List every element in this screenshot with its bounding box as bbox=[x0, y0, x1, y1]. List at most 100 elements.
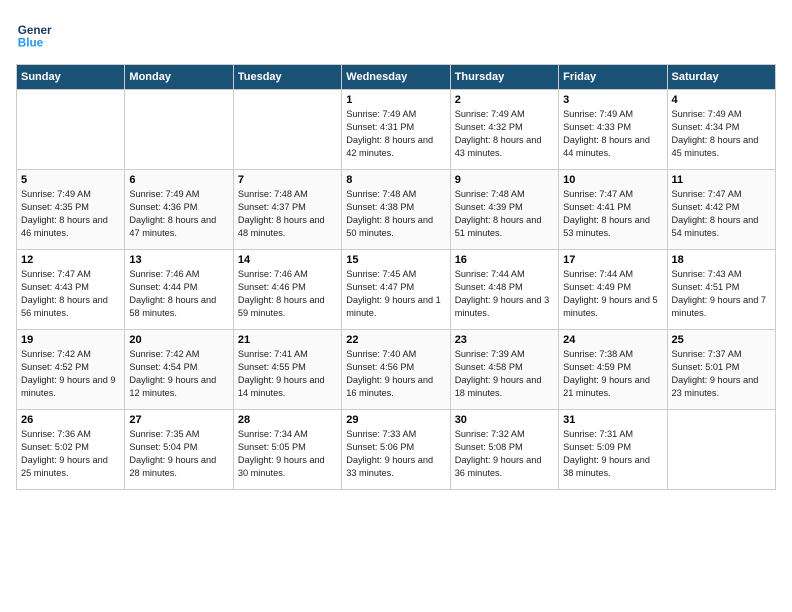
day-number: 30 bbox=[455, 414, 554, 426]
day-number: 18 bbox=[672, 254, 771, 266]
logo: General Blue bbox=[16, 16, 52, 52]
calendar-cell: 23 Sunrise: 7:39 AM Sunset: 4:58 PM Dayli… bbox=[450, 330, 558, 410]
logo-icon: General Blue bbox=[16, 16, 52, 52]
day-info: Sunrise: 7:42 AM Sunset: 4:54 PM Dayligh… bbox=[129, 348, 228, 400]
day-of-week-header: Monday bbox=[125, 65, 233, 90]
calendar-cell: 17 Sunrise: 7:44 AM Sunset: 4:49 PM Dayli… bbox=[559, 250, 667, 330]
day-info: Sunrise: 7:48 AM Sunset: 4:39 PM Dayligh… bbox=[455, 188, 554, 240]
calendar-cell: 6 Sunrise: 7:49 AM Sunset: 4:36 PM Daylig… bbox=[125, 170, 233, 250]
calendar-cell: 14 Sunrise: 7:46 AM Sunset: 4:46 PM Dayli… bbox=[233, 250, 341, 330]
day-info: Sunrise: 7:32 AM Sunset: 5:08 PM Dayligh… bbox=[455, 428, 554, 480]
day-number: 14 bbox=[238, 254, 337, 266]
calendar-cell: 3Sunrise: 7:49 AM Sunset: 4:33 PM Daylig… bbox=[559, 90, 667, 170]
svg-text:Blue: Blue bbox=[18, 37, 44, 50]
day-info: Sunrise: 7:33 AM Sunset: 5:06 PM Dayligh… bbox=[346, 428, 445, 480]
calendar-cell: 19Sunrise: 7:42 AM Sunset: 4:52 PM Dayli… bbox=[17, 330, 125, 410]
day-number: 2 bbox=[455, 94, 554, 106]
day-info: Sunrise: 7:41 AM Sunset: 4:55 PM Dayligh… bbox=[238, 348, 337, 400]
day-info: Sunrise: 7:35 AM Sunset: 5:04 PM Dayligh… bbox=[129, 428, 228, 480]
calendar-cell: 1Sunrise: 7:49 AM Sunset: 4:31 PM Daylig… bbox=[342, 90, 450, 170]
calendar-cell: 12 Sunrise: 7:47 AM Sunset: 4:43 PM Dayli… bbox=[17, 250, 125, 330]
calendar-cell: 8 Sunrise: 7:48 AM Sunset: 4:38 PM Daylig… bbox=[342, 170, 450, 250]
calendar-week-row: 19Sunrise: 7:42 AM Sunset: 4:52 PM Dayli… bbox=[17, 330, 776, 410]
day-number: 24 bbox=[563, 334, 662, 346]
day-number: 13 bbox=[129, 254, 228, 266]
calendar-body: 1Sunrise: 7:49 AM Sunset: 4:31 PM Daylig… bbox=[17, 90, 776, 490]
calendar-cell: 25 Sunrise: 7:37 AM Sunset: 5:01 PM Dayli… bbox=[667, 330, 775, 410]
day-info: Sunrise: 7:47 AM Sunset: 4:42 PM Dayligh… bbox=[672, 188, 771, 240]
calendar-cell: 31 Sunrise: 7:31 AM Sunset: 5:09 PM Dayli… bbox=[559, 410, 667, 490]
day-number: 6 bbox=[129, 174, 228, 186]
day-info: Sunrise: 7:49 AM Sunset: 4:32 PM Dayligh… bbox=[455, 108, 554, 160]
day-info: Sunrise: 7:47 AM Sunset: 4:41 PM Dayligh… bbox=[563, 188, 662, 240]
day-number: 21 bbox=[238, 334, 337, 346]
calendar-week-row: 5 Sunrise: 7:49 AM Sunset: 4:35 PM Daylig… bbox=[17, 170, 776, 250]
day-of-week-header: Saturday bbox=[667, 65, 775, 90]
day-info: Sunrise: 7:49 AM Sunset: 4:35 PM Dayligh… bbox=[21, 188, 120, 240]
calendar-cell: 4Sunrise: 7:49 AM Sunset: 4:34 PM Daylig… bbox=[667, 90, 775, 170]
day-number: 22 bbox=[346, 334, 445, 346]
calendar-cell: 30 Sunrise: 7:32 AM Sunset: 5:08 PM Dayli… bbox=[450, 410, 558, 490]
day-info: Sunrise: 7:37 AM Sunset: 5:01 PM Dayligh… bbox=[672, 348, 771, 400]
day-info: Sunrise: 7:48 AM Sunset: 4:38 PM Dayligh… bbox=[346, 188, 445, 240]
calendar-cell bbox=[667, 410, 775, 490]
day-info: Sunrise: 7:39 AM Sunset: 4:58 PM Dayligh… bbox=[455, 348, 554, 400]
day-info: Sunrise: 7:49 AM Sunset: 4:36 PM Dayligh… bbox=[129, 188, 228, 240]
day-info: Sunrise: 7:43 AM Sunset: 4:51 PM Dayligh… bbox=[672, 268, 771, 320]
day-info: Sunrise: 7:38 AM Sunset: 4:59 PM Dayligh… bbox=[563, 348, 662, 400]
calendar-cell: 22 Sunrise: 7:40 AM Sunset: 4:56 PM Dayli… bbox=[342, 330, 450, 410]
day-of-week-header: Wednesday bbox=[342, 65, 450, 90]
day-number: 31 bbox=[563, 414, 662, 426]
day-of-week-header: Friday bbox=[559, 65, 667, 90]
calendar-cell: 2 Sunrise: 7:49 AM Sunset: 4:32 PM Daylig… bbox=[450, 90, 558, 170]
day-number: 17 bbox=[563, 254, 662, 266]
day-number: 20 bbox=[129, 334, 228, 346]
calendar-cell: 28 Sunrise: 7:34 AM Sunset: 5:05 PM Dayli… bbox=[233, 410, 341, 490]
day-info: Sunrise: 7:44 AM Sunset: 4:48 PM Dayligh… bbox=[455, 268, 554, 320]
day-number: 23 bbox=[455, 334, 554, 346]
calendar-cell: 10Sunrise: 7:47 AM Sunset: 4:41 PM Dayli… bbox=[559, 170, 667, 250]
day-of-week-header: Thursday bbox=[450, 65, 558, 90]
day-number: 29 bbox=[346, 414, 445, 426]
day-info: Sunrise: 7:49 AM Sunset: 4:34 PM Dayligh… bbox=[672, 108, 771, 160]
day-number: 9 bbox=[455, 174, 554, 186]
calendar-cell: 24 Sunrise: 7:38 AM Sunset: 4:59 PM Dayli… bbox=[559, 330, 667, 410]
days-of-week-row: SundayMondayTuesdayWednesdayThursdayFrid… bbox=[17, 65, 776, 90]
day-number: 16 bbox=[455, 254, 554, 266]
calendar-week-row: 1Sunrise: 7:49 AM Sunset: 4:31 PM Daylig… bbox=[17, 90, 776, 170]
day-number: 26 bbox=[21, 414, 120, 426]
day-number: 12 bbox=[21, 254, 120, 266]
day-info: Sunrise: 7:49 AM Sunset: 4:31 PM Dayligh… bbox=[346, 108, 445, 160]
day-number: 5 bbox=[21, 174, 120, 186]
day-info: Sunrise: 7:46 AM Sunset: 4:44 PM Dayligh… bbox=[129, 268, 228, 320]
day-number: 25 bbox=[672, 334, 771, 346]
day-info: Sunrise: 7:34 AM Sunset: 5:05 PM Dayligh… bbox=[238, 428, 337, 480]
svg-text:General: General bbox=[18, 24, 52, 37]
day-info: Sunrise: 7:36 AM Sunset: 5:02 PM Dayligh… bbox=[21, 428, 120, 480]
calendar-cell: 27 Sunrise: 7:35 AM Sunset: 5:04 PM Dayli… bbox=[125, 410, 233, 490]
day-info: Sunrise: 7:47 AM Sunset: 4:43 PM Dayligh… bbox=[21, 268, 120, 320]
day-info: Sunrise: 7:49 AM Sunset: 4:33 PM Dayligh… bbox=[563, 108, 662, 160]
calendar-cell: 9 Sunrise: 7:48 AM Sunset: 4:39 PM Daylig… bbox=[450, 170, 558, 250]
calendar-cell: 11 Sunrise: 7:47 AM Sunset: 4:42 PM Dayli… bbox=[667, 170, 775, 250]
day-info: Sunrise: 7:48 AM Sunset: 4:37 PM Dayligh… bbox=[238, 188, 337, 240]
calendar-cell: 21 Sunrise: 7:41 AM Sunset: 4:55 PM Dayli… bbox=[233, 330, 341, 410]
day-number: 8 bbox=[346, 174, 445, 186]
calendar-cell: 20 Sunrise: 7:42 AM Sunset: 4:54 PM Dayli… bbox=[125, 330, 233, 410]
day-info: Sunrise: 7:31 AM Sunset: 5:09 PM Dayligh… bbox=[563, 428, 662, 480]
calendar-cell bbox=[125, 90, 233, 170]
calendar-cell: 29 Sunrise: 7:33 AM Sunset: 5:06 PM Dayli… bbox=[342, 410, 450, 490]
calendar-cell: 16 Sunrise: 7:44 AM Sunset: 4:48 PM Dayli… bbox=[450, 250, 558, 330]
day-number: 15 bbox=[346, 254, 445, 266]
day-number: 11 bbox=[672, 174, 771, 186]
header: General Blue bbox=[16, 16, 776, 52]
calendar-cell: 26 Sunrise: 7:36 AM Sunset: 5:02 PM Dayli… bbox=[17, 410, 125, 490]
day-number: 27 bbox=[129, 414, 228, 426]
day-number: 19 bbox=[21, 334, 120, 346]
day-info: Sunrise: 7:45 AM Sunset: 4:47 PM Dayligh… bbox=[346, 268, 445, 320]
day-number: 28 bbox=[238, 414, 337, 426]
day-info: Sunrise: 7:46 AM Sunset: 4:46 PM Dayligh… bbox=[238, 268, 337, 320]
calendar-week-row: 12 Sunrise: 7:47 AM Sunset: 4:43 PM Dayli… bbox=[17, 250, 776, 330]
day-info: Sunrise: 7:44 AM Sunset: 4:49 PM Dayligh… bbox=[563, 268, 662, 320]
day-info: Sunrise: 7:40 AM Sunset: 4:56 PM Dayligh… bbox=[346, 348, 445, 400]
